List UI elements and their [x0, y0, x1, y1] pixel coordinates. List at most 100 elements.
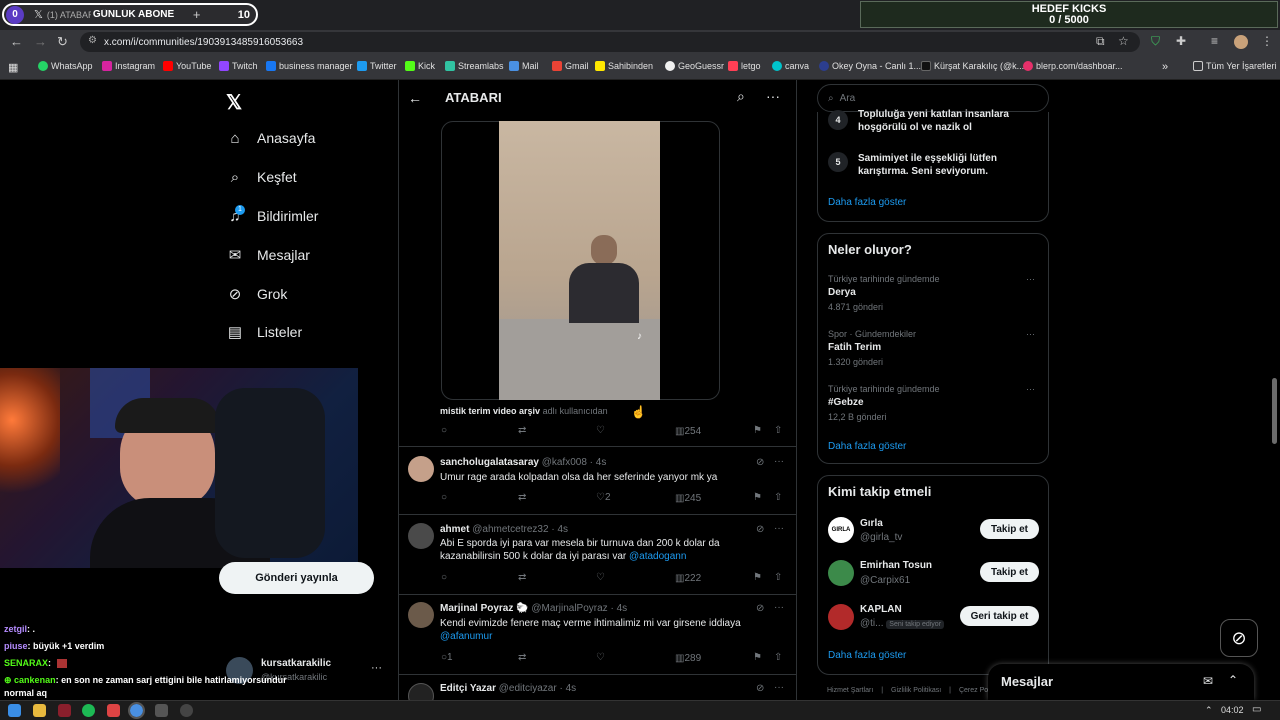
like-icon[interactable]: ♡ — [596, 572, 605, 583]
views-stat[interactable]: ▥ 254 — [675, 426, 701, 437]
post-author[interactable]: ahmet @ahmetcetrez32 · 4s — [440, 524, 568, 535]
bookmark-geoguessr[interactable]: GeoGuessr — [665, 61, 724, 71]
repost-icon[interactable]: ⇄ — [518, 572, 526, 583]
trend-item[interactable]: Spor · Gündemdekiler Fatih Terim 1.320 g… — [818, 327, 1048, 379]
bookmark-streamlabs[interactable]: Streamlabs — [445, 61, 504, 71]
repost-icon[interactable]: ⇄ — [518, 425, 526, 436]
follow-button[interactable]: Takip et — [980, 519, 1039, 539]
avatar[interactable] — [408, 683, 434, 700]
more-options-icon[interactable]: ··· — [774, 523, 784, 534]
bookmark-icon[interactable]: ⚑ — [753, 652, 762, 663]
page-scrollbar[interactable] — [1272, 378, 1277, 444]
avatar[interactable] — [828, 560, 854, 586]
bookmark-icon[interactable]: ⚑ — [753, 492, 762, 503]
bookmark-gmail[interactable]: Gmail — [552, 61, 589, 71]
more-options-icon[interactable]: ··· — [1026, 274, 1035, 284]
more-options-icon[interactable]: ··· — [774, 456, 784, 467]
footer-link[interactable]: Hizmet Şartları — [827, 687, 873, 694]
bookmark-tiktok[interactable]: Kürşat Karakılıç (@k... — [921, 61, 1024, 71]
bookmark-instagram[interactable]: Instagram — [102, 61, 155, 71]
more-bookmarks-icon[interactable]: » — [1162, 61, 1168, 73]
footer-link[interactable]: Gizlilik Politikası — [891, 687, 941, 694]
expand-icon[interactable]: ⌃ — [1228, 673, 1238, 687]
bookmark-twitch[interactable]: Twitch — [219, 61, 258, 71]
back-icon[interactable]: ← — [10, 34, 23, 49]
bookmark-business-manager[interactable]: business manager — [266, 61, 353, 71]
share-icon[interactable]: ⇧ — [774, 425, 782, 436]
reply-icon[interactable]: ○ — [441, 492, 447, 503]
trend-item[interactable]: Türkiye tarihinde gündemde Derya 4.871 g… — [818, 272, 1048, 324]
notification-center-icon[interactable]: ▭ — [1252, 704, 1261, 715]
repost-icon[interactable]: ⇄ — [518, 492, 526, 503]
list-item[interactable]: sancholugalatasaray @kafx008 · 4s ⊘ ··· … — [398, 446, 797, 514]
compose-message-icon[interactable]: ✉ — [1203, 674, 1213, 688]
avatar[interactable]: GIRLA — [828, 517, 854, 543]
mention-link[interactable]: @afanumur — [440, 631, 492, 642]
reply-icon[interactable]: ○ — [441, 425, 447, 436]
video-thumbnail[interactable]: ♪ — [499, 121, 660, 400]
reply-button[interactable]: ○ 1 — [441, 652, 453, 663]
more-options-icon[interactable]: ··· — [766, 88, 780, 104]
avatar[interactable] — [828, 604, 854, 630]
more-options-icon[interactable]: ··· — [1026, 329, 1035, 339]
new-tab-icon[interactable]: + — [193, 7, 201, 22]
chrome-icon[interactable] — [128, 702, 145, 719]
more-options-icon[interactable]: ··· — [1026, 384, 1035, 394]
views-stat[interactable]: ▥ 222 — [675, 573, 701, 584]
back-arrow-icon[interactable]: ← — [408, 90, 422, 106]
share-icon[interactable]: ⇧ — [774, 492, 782, 503]
search-icon[interactable]: ⌕ — [737, 88, 745, 105]
shield-icon[interactable]: ⛉ — [1151, 34, 1160, 49]
avatar[interactable] — [408, 523, 434, 549]
bookmark-icon[interactable]: ⚑ — [753, 572, 762, 583]
trend-item[interactable]: Türkiye tarihinde gündemde #Gebze 12,2 B… — [818, 382, 1048, 434]
nav-lists[interactable]: ▤ Listeler — [226, 322, 302, 342]
trends-show-more-link[interactable]: Daha fazla göster — [828, 441, 906, 452]
install-icon[interactable]: ⧉ — [1096, 34, 1105, 49]
share-icon[interactable]: ⇧ — [774, 652, 782, 663]
avatar[interactable] — [408, 602, 434, 628]
bookmark-mail[interactable]: Mail — [509, 61, 539, 71]
menu-icon[interactable]: ⋮ — [1261, 34, 1273, 48]
views-stat[interactable]: ▥ 245 — [675, 493, 701, 504]
avatar[interactable] — [408, 456, 434, 482]
post-author[interactable]: sancholugalatasaray @kafx008 · 4s — [440, 457, 606, 468]
reload-icon[interactable]: ↻ — [57, 34, 68, 50]
profile-avatar[interactable] — [1234, 35, 1248, 49]
media-icon[interactable]: ≡ — [1211, 34, 1218, 48]
bookmark-youtube[interactable]: YouTube — [163, 61, 211, 71]
repost-icon[interactable]: ⇄ — [518, 652, 526, 663]
windows-start-icon[interactable] — [8, 704, 21, 717]
list-item[interactable]: ahmet @ahmetcetrez32 · 4s ⊘ ··· Abi E sp… — [398, 514, 797, 594]
grok-icon[interactable]: ⊘ — [756, 457, 764, 468]
more-options-icon[interactable]: ··· — [774, 602, 784, 613]
follow-button[interactable]: Takip et — [980, 562, 1039, 582]
spotify-icon[interactable] — [82, 704, 95, 717]
bookmark-twitter[interactable]: Twitter — [357, 61, 397, 71]
follow-show-more-link[interactable]: Daha fazla göster — [828, 650, 906, 661]
obs-icon[interactable] — [180, 704, 193, 717]
grok-icon[interactable]: ⊘ — [756, 603, 764, 614]
bookmark-blerp[interactable]: blerp.com/dashboar... — [1023, 61, 1123, 71]
extensions-icon[interactable]: ✚ — [1176, 34, 1186, 48]
apps-icon[interactable]: ▦ — [8, 61, 18, 74]
bookmark-whatsapp[interactable]: WhatsApp — [38, 61, 93, 71]
site-info-icon[interactable]: ⚙ — [88, 35, 97, 46]
like-icon[interactable]: ♡ — [596, 652, 605, 663]
messages-drawer[interactable]: Mesajlar ✉ ⌃ — [988, 664, 1254, 700]
nav-explore[interactable]: ⌕ Keşfet — [226, 167, 297, 187]
x-logo-icon[interactable]: 𝕏 — [226, 90, 242, 115]
grok-float-button[interactable]: ⊘ — [1220, 619, 1258, 657]
nav-messages[interactable]: ✉ Mesajlar — [226, 245, 310, 265]
like-button[interactable]: ♡ 2 — [596, 492, 611, 503]
mention-link[interactable]: @atadogann — [629, 551, 686, 562]
bookmark-sahibinden[interactable]: Sahibinden — [595, 61, 653, 71]
share-icon[interactable]: ⇧ — [774, 572, 782, 583]
app-icon[interactable] — [155, 704, 168, 717]
post-button[interactable]: Gönderi yayınla — [219, 562, 374, 594]
file-explorer-icon[interactable] — [33, 704, 46, 717]
browser-tab[interactable]: 0 𝕏 (1) ATABARI GÜNLÜK ABONE + 10 — [2, 3, 258, 26]
bookmark-icon[interactable]: ⚑ — [753, 425, 762, 436]
account-more-icon[interactable]: ··· — [371, 662, 382, 674]
bookmark-canva[interactable]: canva — [772, 61, 809, 71]
